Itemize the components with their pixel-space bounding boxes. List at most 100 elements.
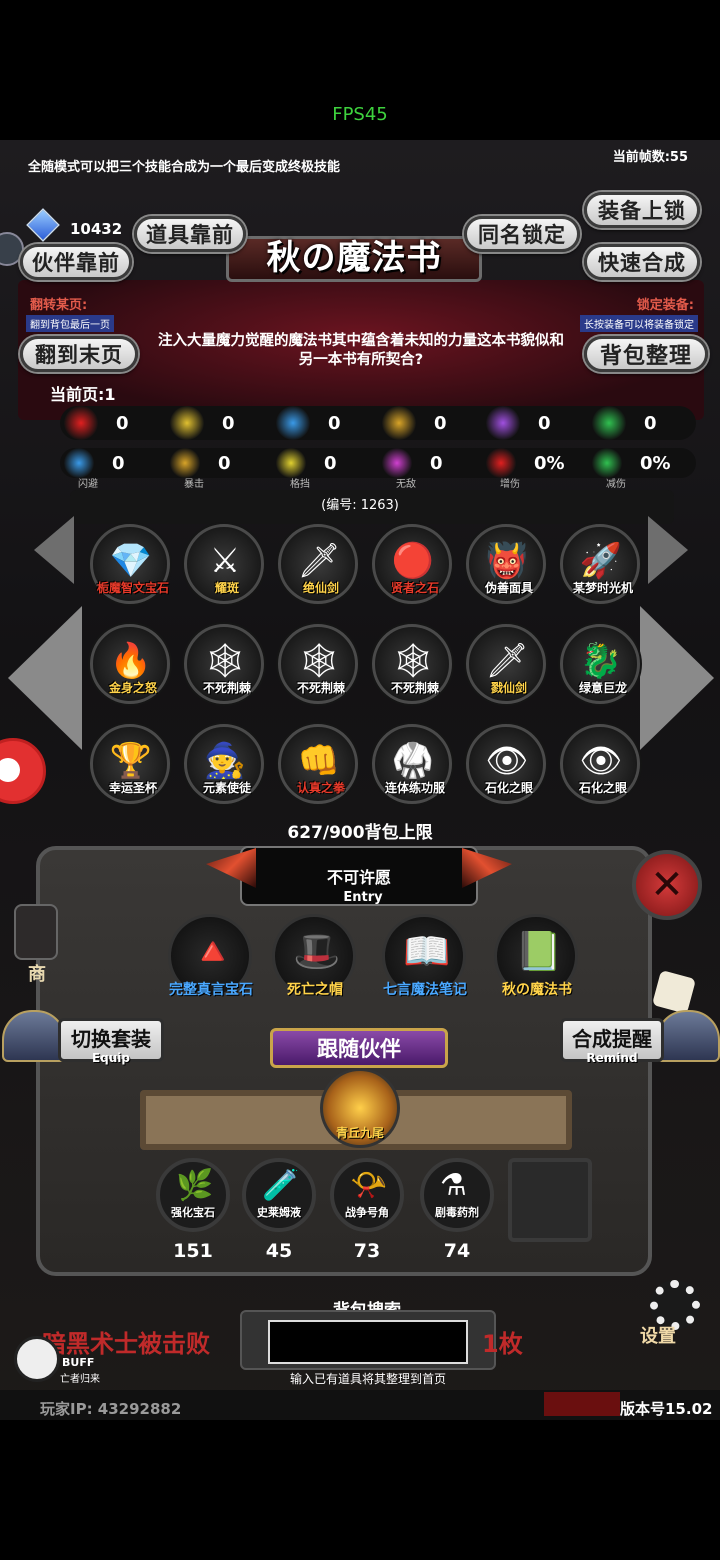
- stat-item: 0 暴击: [170, 448, 231, 490]
- item-name: 金身之怒: [108, 681, 157, 695]
- inventory-slot[interactable]: 🔥 金身之怒: [90, 624, 170, 704]
- item-name: 不死荆棘: [390, 681, 439, 695]
- item-name: 幸运圣杯: [108, 781, 157, 795]
- side-shop-button[interactable]: [14, 904, 58, 960]
- next-page-small-arrow[interactable]: [648, 516, 688, 584]
- entry-slot[interactable]: 🔺 完整真言宝石: [168, 914, 253, 998]
- crit-icon: [170, 448, 200, 478]
- item-icon: 🧙: [203, 741, 247, 781]
- stat-item: 0 格挡: [276, 448, 337, 490]
- material-slot[interactable]: 🧪 史莱姆液 45: [242, 1158, 316, 1262]
- partner-front-button[interactable]: 伙伴靠前: [20, 244, 132, 280]
- merge-remind-tab[interactable]: 合成提醒 Remind: [560, 1018, 664, 1065]
- stat-item: 0% 减伤: [592, 448, 671, 490]
- inventory-slot[interactable]: 🥋 连体练功服: [372, 724, 452, 804]
- material-icon: 📯: [350, 1168, 388, 1203]
- inventory-slot[interactable]: 🗡 戮仙剑: [466, 624, 546, 704]
- inventory-slot[interactable]: 👁 石化之眼: [560, 724, 640, 804]
- block-icon: [276, 448, 306, 478]
- inventory-slot[interactable]: 👹 伪善面具: [466, 524, 546, 604]
- entry-slot[interactable]: 📗 秋の魔法书: [494, 914, 578, 998]
- settings-label: 设置: [640, 1326, 676, 1347]
- stat-label: 减伤: [606, 479, 626, 490]
- current-page-label: 当前页:1: [50, 385, 116, 404]
- material-count: 151: [173, 1240, 213, 1262]
- stat-item: 0: [64, 406, 129, 440]
- prev-page-small-arrow[interactable]: [34, 516, 74, 584]
- news-text: 暗黑术士被击败: [42, 1330, 210, 1358]
- close-button[interactable]: ✕: [632, 850, 702, 920]
- item-front-button[interactable]: 道具靠前: [134, 216, 246, 252]
- sort-bag-button[interactable]: 背包整理: [584, 336, 708, 372]
- item-icon: 🗡: [485, 641, 529, 681]
- stat-label: 格挡: [290, 479, 310, 490]
- switch-set-tab[interactable]: 切换套装 Equip: [58, 1018, 164, 1065]
- same-name-lock-button[interactable]: 同名锁定: [464, 216, 580, 252]
- gem-icon: [26, 208, 60, 242]
- dice-icon[interactable]: [651, 969, 697, 1015]
- last-page-button[interactable]: 翻到末页: [20, 336, 138, 372]
- search-input[interactable]: [268, 1320, 468, 1364]
- stat-value: 0: [328, 412, 341, 434]
- quick-merge-button[interactable]: 快速合成: [584, 244, 700, 280]
- search-hint: 输入已有道具将其整理到首页: [289, 1372, 446, 1386]
- item-icon: 👁: [485, 741, 529, 781]
- prev-page-arrow[interactable]: [8, 606, 82, 750]
- stat-item: 0% 增伤: [486, 448, 565, 490]
- stat-value: 0: [222, 412, 235, 434]
- item-name: 绝仙剑: [302, 581, 339, 595]
- material-slot[interactable]: 📯 战争号角 73: [330, 1158, 404, 1262]
- entry-slot[interactable]: 📖 七言魔法笔记: [382, 914, 467, 998]
- empty-material-slot[interactable]: [508, 1158, 592, 1242]
- equip-lock-button[interactable]: 装备上锁: [584, 192, 700, 228]
- material-count: 73: [353, 1240, 381, 1262]
- inventory-slot[interactable]: 🚀 某梦时光机: [560, 524, 640, 604]
- bow-icon: [382, 406, 416, 440]
- inventory-slot[interactable]: ⚔ 耀斑: [184, 524, 264, 604]
- stat-value: 0%: [534, 452, 565, 474]
- buff-skull-icon[interactable]: [14, 1336, 60, 1382]
- stat-item: 0: [276, 406, 341, 440]
- inventory-slot[interactable]: 🏆 幸运圣杯: [90, 724, 170, 804]
- item-name: 绿意巨龙: [578, 681, 627, 695]
- material-icon: 🧪: [262, 1168, 300, 1203]
- tip-text: 全随模式可以把三个技能合成为一个最后变成终极技能: [28, 160, 341, 175]
- material-slot[interactable]: ⚗ 剧毒药剂 74: [420, 1158, 494, 1262]
- entry-sub: Entry: [343, 890, 383, 905]
- item-name: 耀斑: [214, 581, 239, 595]
- entry-icon: 🎩: [293, 929, 341, 973]
- next-page-arrow[interactable]: [640, 606, 714, 750]
- material-name: 强化宝石: [171, 1206, 215, 1219]
- stat-item: 0 闪避: [64, 448, 125, 490]
- material-slot[interactable]: 🌿 强化宝石 151: [156, 1158, 230, 1262]
- stat-item: 0 无敌: [382, 448, 443, 490]
- item-name: 栀魔智文宝石: [96, 581, 169, 595]
- entry-icon: 📗: [515, 929, 563, 973]
- inventory-slot[interactable]: 💎 栀魔智文宝石: [90, 524, 170, 604]
- inventory-slot[interactable]: 🕸 不死荆棘: [278, 624, 358, 704]
- item-icon: 🥋: [391, 741, 435, 781]
- inventory-slot[interactable]: 👁 石化之眼: [466, 724, 546, 804]
- material-name: 史莱姆液: [257, 1206, 301, 1219]
- item-icon: 🚀: [579, 541, 623, 581]
- inventory-slot[interactable]: 👊 认真之拳: [278, 724, 358, 804]
- item-name: 贤者之石: [390, 581, 439, 595]
- inventory-slot[interactable]: 🐉 绿意巨龙: [560, 624, 640, 704]
- buff-label: BUFF: [62, 1356, 95, 1369]
- stat-value: 0: [434, 412, 447, 434]
- inventory-slot[interactable]: 🔴 贤者之石: [372, 524, 452, 604]
- inventory-slot[interactable]: 🧙 元素使徒: [184, 724, 264, 804]
- item-name: 不死荆棘: [202, 681, 251, 695]
- item-icon: 🕸: [391, 641, 435, 681]
- item-name: 连体练功服: [384, 781, 445, 795]
- item-name: 石化之眼: [484, 781, 533, 795]
- inventory-slot[interactable]: 🕸 不死荆棘: [372, 624, 452, 704]
- inventory-slot[interactable]: 🗡 绝仙剑: [278, 524, 358, 604]
- news-right-text: 1枚: [482, 1330, 523, 1358]
- damage-down-icon: [592, 448, 622, 478]
- item-name: 石化之眼: [578, 781, 627, 795]
- merge-remind-sub: Remind: [586, 1051, 638, 1065]
- entry-slot[interactable]: 🎩 死亡之帽: [272, 914, 356, 998]
- inventory-slot[interactable]: 🕸 不死荆棘: [184, 624, 264, 704]
- item-icon: 💎: [109, 541, 153, 581]
